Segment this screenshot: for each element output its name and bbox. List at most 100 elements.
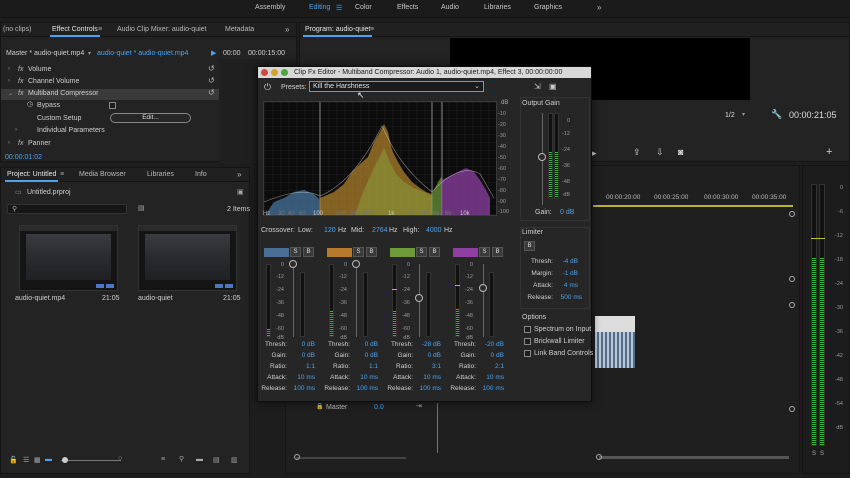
band-4-gain-value[interactable]: 0 dB <box>476 352 504 359</box>
ec-timecode[interactable]: 00:00:01:02 <box>5 154 42 161</box>
solo-left[interactable]: S <box>812 451 816 457</box>
export-frame-icon[interactable]: ◙ <box>678 147 683 157</box>
output-gain-knob[interactable] <box>538 153 546 161</box>
work-area-bar[interactable] <box>593 205 793 207</box>
band-3-attack-value[interactable]: 10 ms <box>413 374 441 381</box>
band-1-bypass-button[interactable]: B <box>303 247 314 257</box>
new-item-icon[interactable]: ▤ <box>213 456 220 464</box>
band-1-threshold-track[interactable] <box>293 264 294 337</box>
limiter-margin-value[interactable]: -1 dB <box>552 270 578 277</box>
dialog-title-bar[interactable]: Clip Fx Editor - Multiband Compressor: A… <box>258 67 591 78</box>
crossover-mid-value[interactable]: 2764 <box>372 227 388 234</box>
find-bottom-icon[interactable]: ⚲ <box>179 455 184 463</box>
band-2-ratio-value[interactable]: 1:1 <box>350 363 378 370</box>
band-4-threshold-track[interactable] <box>483 264 484 337</box>
close-window-button[interactable] <box>261 69 268 76</box>
master-clip-label[interactable]: Master * audio-quiet.mp4 <box>6 50 84 57</box>
save-preset-icon[interactable]: ⇲ <box>534 82 541 91</box>
band-1-thresh-value[interactable]: 0 dB <box>287 341 315 348</box>
workspace-menu-icon[interactable]: ☰ <box>336 4 342 12</box>
band-2-solo-button[interactable]: S <box>353 247 364 257</box>
band-4-thresh-value[interactable]: -20 dB <box>476 341 504 348</box>
band-2-threshold-knob[interactable] <box>352 260 360 268</box>
band-3-bypass-button[interactable]: B <box>429 247 440 257</box>
list-view-icon[interactable]: ☰ <box>23 456 29 464</box>
fraction-selector[interactable]: 1/2 <box>725 112 735 119</box>
band-1-threshold-knob[interactable] <box>289 260 297 268</box>
band-2-attack-value[interactable]: 10 ms <box>350 374 378 381</box>
ec-row-channel-volume[interactable]: › fx Channel Volume <box>1 77 219 88</box>
band-1-solo-button[interactable]: S <box>290 247 301 257</box>
tab-libraries[interactable]: Libraries <box>147 171 174 178</box>
bypass-checkbox[interactable] <box>109 102 116 109</box>
clip-name-2[interactable]: audio-quiet <box>138 295 173 302</box>
project-menu-icon[interactable]: ≡ <box>60 171 64 178</box>
wrench-icon[interactable]: 🔧 <box>771 109 782 120</box>
add-button-icon[interactable]: + <box>826 146 832 158</box>
tab-effect-controls[interactable]: Effect Controls <box>50 26 100 37</box>
timeline-scrollbar-left[interactable] <box>296 457 406 459</box>
extract-icon[interactable]: ⇩ <box>656 147 664 158</box>
vscroll-bottom[interactable] <box>789 406 795 412</box>
band-1-release-value[interactable]: 100 ms <box>287 385 315 392</box>
brickwall-limiter-checkbox[interactable] <box>524 338 531 345</box>
more-tabs-icon[interactable]: » <box>285 25 289 34</box>
output-gain-value[interactable]: 0 dB <box>560 209 574 216</box>
panner-chevron[interactable]: › <box>8 140 10 146</box>
zoom-slider[interactable] <box>61 460 121 461</box>
ec-row-volume[interactable]: › fx Volume <box>1 65 219 76</box>
crossover-high-value[interactable]: 4000 <box>426 227 442 234</box>
vscroll-mid[interactable] <box>789 276 795 282</box>
master-track-value[interactable]: 0.0 <box>374 404 384 411</box>
edit-button[interactable]: Edit... <box>110 113 191 123</box>
power-icon[interactable]: ⏻ <box>264 82 271 93</box>
limiter-release-value[interactable]: 500 ms <box>552 294 582 301</box>
master-dropdown-icon[interactable]: ▾ <box>88 50 91 57</box>
band-2-bypass-button[interactable]: B <box>366 247 377 257</box>
scroll-handle-left[interactable] <box>294 454 300 460</box>
band-4-threshold-knob[interactable] <box>479 284 487 292</box>
workspace-graphics[interactable]: Graphics <box>534 4 562 11</box>
tab-audio-clip-mixer[interactable]: Audio Clip Mixer: audio-quiet <box>117 26 207 33</box>
stopwatch-icon[interactable]: ◷ <box>27 100 33 108</box>
link-band-controls-checkbox[interactable] <box>524 350 531 357</box>
band-3-release-value[interactable]: 100 ms <box>413 385 441 392</box>
band-4-ratio-value[interactable]: 2:1 <box>476 363 504 370</box>
workspace-assembly[interactable]: Assembly <box>255 4 285 11</box>
zoom-slider-knob[interactable] <box>62 457 68 463</box>
vscroll-mid2[interactable] <box>789 302 795 308</box>
minimize-window-button[interactable] <box>271 69 278 76</box>
crossover-low-value[interactable]: 120 <box>324 227 336 234</box>
scroll-handle-right[interactable] <box>596 454 602 460</box>
program-timecode[interactable]: 00:00:21:05 <box>789 110 837 120</box>
tab-info[interactable]: Info <box>195 171 207 178</box>
workspace-libraries[interactable]: Libraries <box>484 4 511 11</box>
clip-name-1[interactable]: audio-quiet.mp4 <box>15 295 65 302</box>
clip-thumbnail-2[interactable] <box>138 225 237 291</box>
band-2-release-value[interactable]: 100 ms <box>350 385 378 392</box>
lift-icon[interactable]: ⇪ <box>633 147 641 158</box>
trash-icon[interactable]: ▥ <box>231 456 238 464</box>
band-2-gain-value[interactable]: 0 dB <box>350 352 378 359</box>
solo-right[interactable]: S <box>820 451 824 457</box>
band-4-solo-button[interactable]: S <box>479 247 490 257</box>
delete-preset-icon[interactable]: ▣ <box>549 82 557 91</box>
find-icon[interactable]: ▤ <box>138 204 145 212</box>
presets-dropdown[interactable]: Kill the Harshness ⌄ <box>309 81 484 92</box>
band-3-ratio-value[interactable]: 3:1 <box>413 363 441 370</box>
band-1-attack-value[interactable]: 10 ms <box>287 374 315 381</box>
audio-clip-waveform[interactable] <box>595 332 635 368</box>
clip-label[interactable]: audio-quiet * audio-quiet.mp4 <box>97 50 188 57</box>
workspace-color[interactable]: Color <box>355 4 372 11</box>
more-workspaces-icon[interactable]: » <box>597 3 601 12</box>
more-project-tabs-icon[interactable]: » <box>237 170 241 179</box>
zoom-in-icon[interactable]: ○ <box>118 455 122 462</box>
fraction-dropdown-icon[interactable]: ▾ <box>742 111 745 118</box>
workspace-audio[interactable]: Audio <box>441 4 459 11</box>
limiter-thresh-value[interactable]: -4 dB <box>552 258 578 265</box>
vscroll-top[interactable] <box>789 211 795 217</box>
icon-view-icon[interactable]: ▦ <box>34 456 41 464</box>
workspace-effects[interactable]: Effects <box>397 4 418 11</box>
reset-multiband-icon[interactable]: ↺ <box>208 88 215 97</box>
master-lock-icon[interactable]: 🔒 <box>316 403 323 410</box>
